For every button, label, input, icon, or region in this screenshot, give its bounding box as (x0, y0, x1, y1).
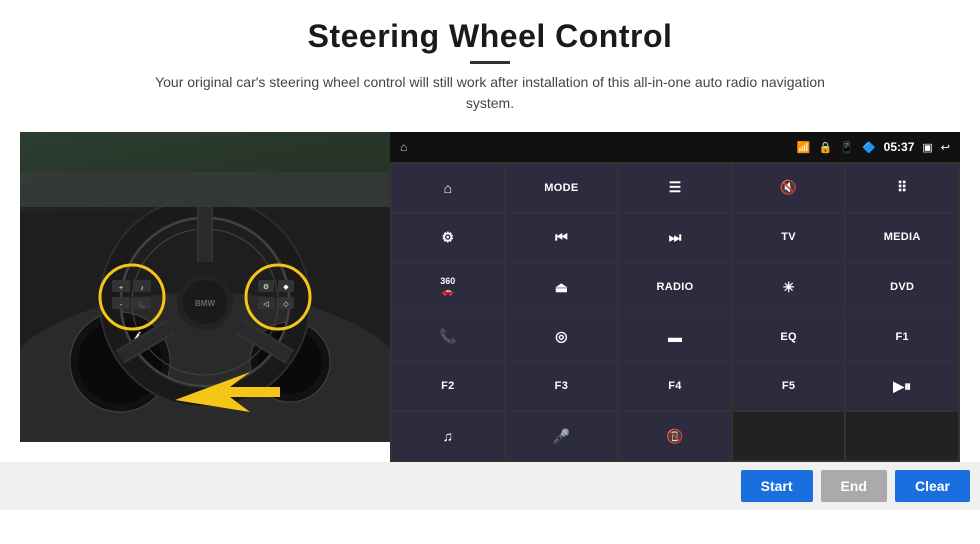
f5-label: F5 (782, 380, 795, 392)
nav-icon: ◎ (555, 328, 567, 345)
tv-label: TV (781, 231, 796, 243)
btn-eject[interactable]: ⏏ (506, 263, 618, 311)
svg-text:+: + (119, 285, 123, 292)
btn-next[interactable]: ⏭ (619, 214, 731, 262)
svg-text:📞: 📞 (138, 301, 146, 309)
home-icon: ⌂ (444, 180, 452, 196)
btn-prev[interactable]: ⏮ (506, 214, 618, 262)
radio-label: RADIO (657, 281, 694, 293)
content-area: BMW + - ♪ 📞 ⚙ (20, 132, 960, 462)
svg-text:⚙: ⚙ (263, 283, 269, 291)
sim-icon: 📱 (840, 141, 854, 154)
eject-icon: ⏏ (555, 279, 568, 296)
music-icon: ♫ (443, 428, 454, 444)
control-panel: ⌂ 📶 🔒 📱 🔷 05:37 ▣ ↩ ⌂ (390, 132, 960, 462)
btn-media[interactable]: MEDIA (846, 214, 958, 262)
back-icon: ↩ (941, 141, 950, 154)
title-section: Steering Wheel Control Your original car… (150, 18, 830, 114)
btn-mute[interactable]: 🔇 (733, 164, 845, 212)
btn-eq[interactable]: EQ (733, 313, 845, 361)
steering-wheel-svg: BMW + - ♪ 📞 ⚙ (20, 132, 390, 442)
f1-label: F1 (895, 331, 908, 343)
btn-f5[interactable]: F5 (733, 363, 845, 411)
btn-empty1 (733, 412, 845, 460)
mic-icon: 🎤 (553, 428, 570, 445)
subtitle: Your original car's steering wheel contr… (150, 72, 830, 114)
btn-mode[interactable]: MODE (506, 164, 618, 212)
btn-mic[interactable]: 🎤 (506, 412, 618, 460)
btn-radio[interactable]: RADIO (619, 263, 731, 311)
f4-label: F4 (668, 380, 681, 392)
btn-f3[interactable]: F3 (506, 363, 618, 411)
svg-text:◁: ◁ (263, 301, 269, 308)
dvd-label: DVD (890, 281, 914, 293)
btn-settings[interactable]: ⚙ (392, 214, 504, 262)
prev-icon: ⏮ (555, 229, 568, 246)
start-button[interactable]: Start (741, 470, 813, 502)
status-left: ⌂ (400, 140, 407, 154)
bottom-bar: Start End Clear (0, 462, 980, 510)
f2-label: F2 (441, 380, 454, 392)
lock-icon: 🔒 (819, 141, 833, 154)
playpause-icon: ▶⏸ (893, 378, 911, 395)
mute-icon: 🔇 (780, 179, 797, 196)
clear-button[interactable]: Clear (895, 470, 970, 502)
btn-360[interactable]: 360🚗 (392, 263, 504, 311)
apps-icon: ⠿ (897, 179, 907, 196)
btn-home[interactable]: ⌂ (392, 164, 504, 212)
end-button[interactable]: End (821, 470, 887, 502)
bluetooth-icon: 🔷 (862, 141, 876, 154)
btn-brightness[interactable]: ☀ (733, 263, 845, 311)
title-divider (470, 61, 510, 64)
page-title: Steering Wheel Control (150, 18, 830, 55)
status-right: 📶 🔒 📱 🔷 05:37 ▣ ↩ (797, 140, 950, 154)
btn-dvd[interactable]: DVD (846, 263, 958, 311)
panel-grid: ⌂ MODE ☰ 🔇 ⠿ ⚙ ⏮ (390, 162, 960, 462)
btn-apps[interactable]: ⠿ (846, 164, 958, 212)
btn-nav[interactable]: ◎ (506, 313, 618, 361)
svg-text:♪: ♪ (140, 285, 144, 292)
btn-playpause[interactable]: ▶⏸ (846, 363, 958, 411)
btn-empty2 (846, 412, 958, 460)
media-label: MEDIA (884, 231, 921, 243)
phone-icon: 📞 (439, 328, 456, 345)
brightness-icon: ☀ (782, 279, 795, 296)
svg-text:◆: ◆ (283, 284, 289, 291)
settings-icon: ⚙ (442, 229, 455, 246)
btn-f4[interactable]: F4 (619, 363, 731, 411)
screen-icon: ▣ (922, 141, 932, 154)
btn-tv[interactable]: TV (733, 214, 845, 262)
btn-screen[interactable]: ▬ (619, 313, 731, 361)
btn-list[interactable]: ☰ (619, 164, 731, 212)
list-icon: ☰ (669, 179, 682, 196)
status-time: 05:37 (884, 140, 915, 154)
btn-hangup[interactable]: 📵 (619, 412, 731, 460)
btn-phone[interactable]: 📞 (392, 313, 504, 361)
next-icon: ⏭ (669, 229, 682, 246)
screen-btn-icon: ▬ (668, 329, 682, 345)
hangup-icon: 📵 (666, 428, 683, 445)
btn-f1[interactable]: F1 (846, 313, 958, 361)
svg-text:BMW: BMW (195, 299, 215, 308)
car-image: BMW + - ♪ 📞 ⚙ (20, 132, 390, 442)
btn-f2[interactable]: F2 (392, 363, 504, 411)
page-container: Steering Wheel Control Your original car… (0, 0, 980, 544)
svg-text:◇: ◇ (283, 301, 289, 308)
f3-label: F3 (555, 380, 568, 392)
btn-music[interactable]: ♫ (392, 412, 504, 460)
status-bar: ⌂ 📶 🔒 📱 🔷 05:37 ▣ ↩ (390, 132, 960, 162)
mode-label: MODE (544, 182, 578, 194)
360-label: 360🚗 (440, 277, 455, 297)
eq-label: EQ (780, 331, 797, 343)
wifi-icon: 📶 (797, 141, 811, 154)
home-status-icon: ⌂ (400, 140, 407, 154)
